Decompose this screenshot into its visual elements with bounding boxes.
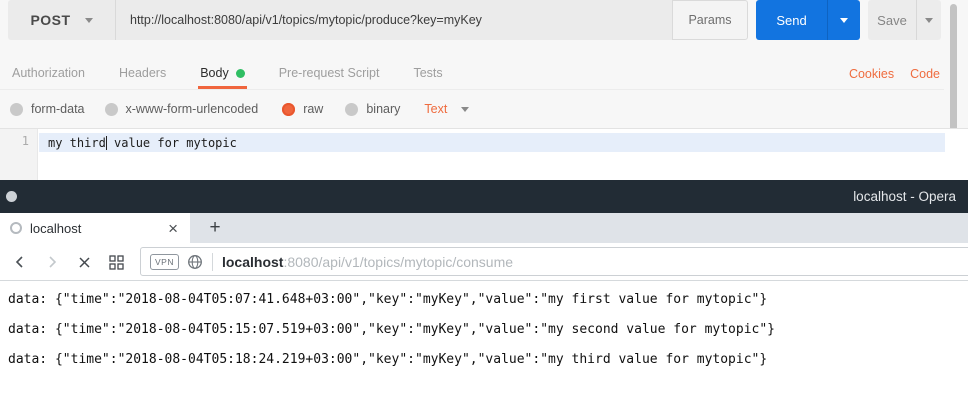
editor-text-before-cursor: my third [48, 136, 106, 150]
tab-body[interactable]: Body [198, 57, 247, 89]
address-host: localhost [222, 254, 283, 270]
stop-button[interactable] [72, 243, 96, 281]
address-text[interactable]: localhost:8080/api/v1/topics/mytopic/con… [222, 254, 513, 270]
x-icon [78, 256, 91, 269]
request-bar: POST http://localhost:8080/api/v1/topics… [0, 0, 968, 40]
radio-icon [105, 103, 118, 116]
radio-icon [345, 103, 358, 116]
save-label[interactable]: Save [868, 0, 916, 40]
page-content: data: {"time":"2018-08-04T05:07:41.648+0… [0, 281, 968, 403]
params-button[interactable]: Params [672, 0, 748, 40]
window-title: localhost - Opera [853, 180, 956, 213]
body-type-selector: form-data x-www-form-urlencoded raw bina… [0, 90, 968, 128]
radio-form-data[interactable]: form-data [10, 102, 85, 116]
send-dropdown[interactable] [827, 0, 860, 40]
code-link[interactable]: Code [910, 67, 940, 81]
chevron-left-icon [13, 255, 27, 269]
window-dot-icon [6, 191, 17, 202]
address-divider [212, 253, 213, 271]
raw-body-editor[interactable]: 1 my third value for mytopic [0, 128, 968, 180]
method-label: POST [30, 12, 70, 28]
tab-pre-request-script[interactable]: Pre-request Script [277, 57, 382, 89]
editor-gutter: 1 [0, 129, 38, 181]
postman-panel: POST http://localhost:8080/api/v1/topics… [0, 0, 968, 180]
address-path: :8080/api/v1/topics/mytopic/consume [283, 254, 513, 270]
raw-type-dropdown[interactable]: Text [424, 102, 469, 116]
editor-active-line[interactable]: my third value for mytopic [39, 133, 945, 152]
request-links: Cookies Code [849, 57, 940, 90]
radio-x-www-form-urlencoded[interactable]: x-www-form-urlencoded [105, 102, 259, 116]
sse-data-line: data: {"time":"2018-08-04T05:18:24.219+0… [8, 352, 767, 367]
globe-icon[interactable] [187, 254, 203, 270]
tab-close-icon[interactable]: × [168, 220, 178, 237]
tab-title: localhost [30, 221, 168, 236]
line-number: 1 [22, 134, 29, 148]
chevron-down-icon [840, 18, 848, 23]
vpn-badge[interactable]: VPN [150, 254, 179, 270]
radio-binary[interactable]: binary [345, 102, 400, 116]
body-has-content-dot [236, 69, 245, 78]
request-tabs: Authorization Headers Body Pre-request S… [0, 57, 944, 90]
opera-titlebar[interactable]: localhost - Opera [0, 180, 968, 213]
sse-data-line: data: {"time":"2018-08-04T05:15:07.519+0… [8, 322, 775, 337]
method-dropdown[interactable]: POST [8, 0, 115, 40]
grid-icon [109, 255, 124, 270]
cookies-link[interactable]: Cookies [849, 67, 894, 81]
back-button[interactable] [8, 243, 32, 281]
chevron-down-icon [85, 18, 93, 23]
radio-icon [10, 103, 23, 116]
tab-headers[interactable]: Headers [117, 57, 168, 89]
radio-selected-icon [282, 103, 295, 116]
chevron-right-icon [45, 255, 59, 269]
chevron-down-icon [925, 18, 933, 23]
tab-authorization[interactable]: Authorization [10, 57, 87, 89]
save-dropdown[interactable] [916, 0, 941, 40]
url-value: http://localhost:8080/api/v1/topics/myto… [130, 13, 482, 27]
address-bar[interactable]: VPN localhost:8080/api/v1/topics/mytopic… [140, 247, 968, 276]
chevron-down-icon [461, 107, 469, 112]
editor-text-after-cursor: value for mytopic [107, 136, 237, 150]
send-button[interactable]: Send [756, 0, 860, 40]
favicon-ring-icon [10, 222, 22, 234]
radio-raw[interactable]: raw [282, 102, 323, 116]
browser-tab-localhost[interactable]: localhost × [0, 213, 190, 243]
opera-tab-strip: localhost × + [0, 213, 968, 243]
url-field[interactable]: http://localhost:8080/api/v1/topics/myto… [115, 0, 672, 40]
tab-tests[interactable]: Tests [411, 57, 444, 89]
forward-button[interactable] [40, 243, 64, 281]
save-button[interactable]: Save [868, 0, 941, 40]
sse-data-line: data: {"time":"2018-08-04T05:07:41.648+0… [8, 292, 767, 307]
speed-dial-button[interactable] [104, 243, 128, 281]
new-tab-button[interactable]: + [200, 213, 230, 243]
screen: POST http://localhost:8080/api/v1/topics… [0, 0, 968, 403]
send-label[interactable]: Send [756, 0, 827, 40]
opera-toolbar: VPN localhost:8080/api/v1/topics/mytopic… [0, 243, 968, 281]
